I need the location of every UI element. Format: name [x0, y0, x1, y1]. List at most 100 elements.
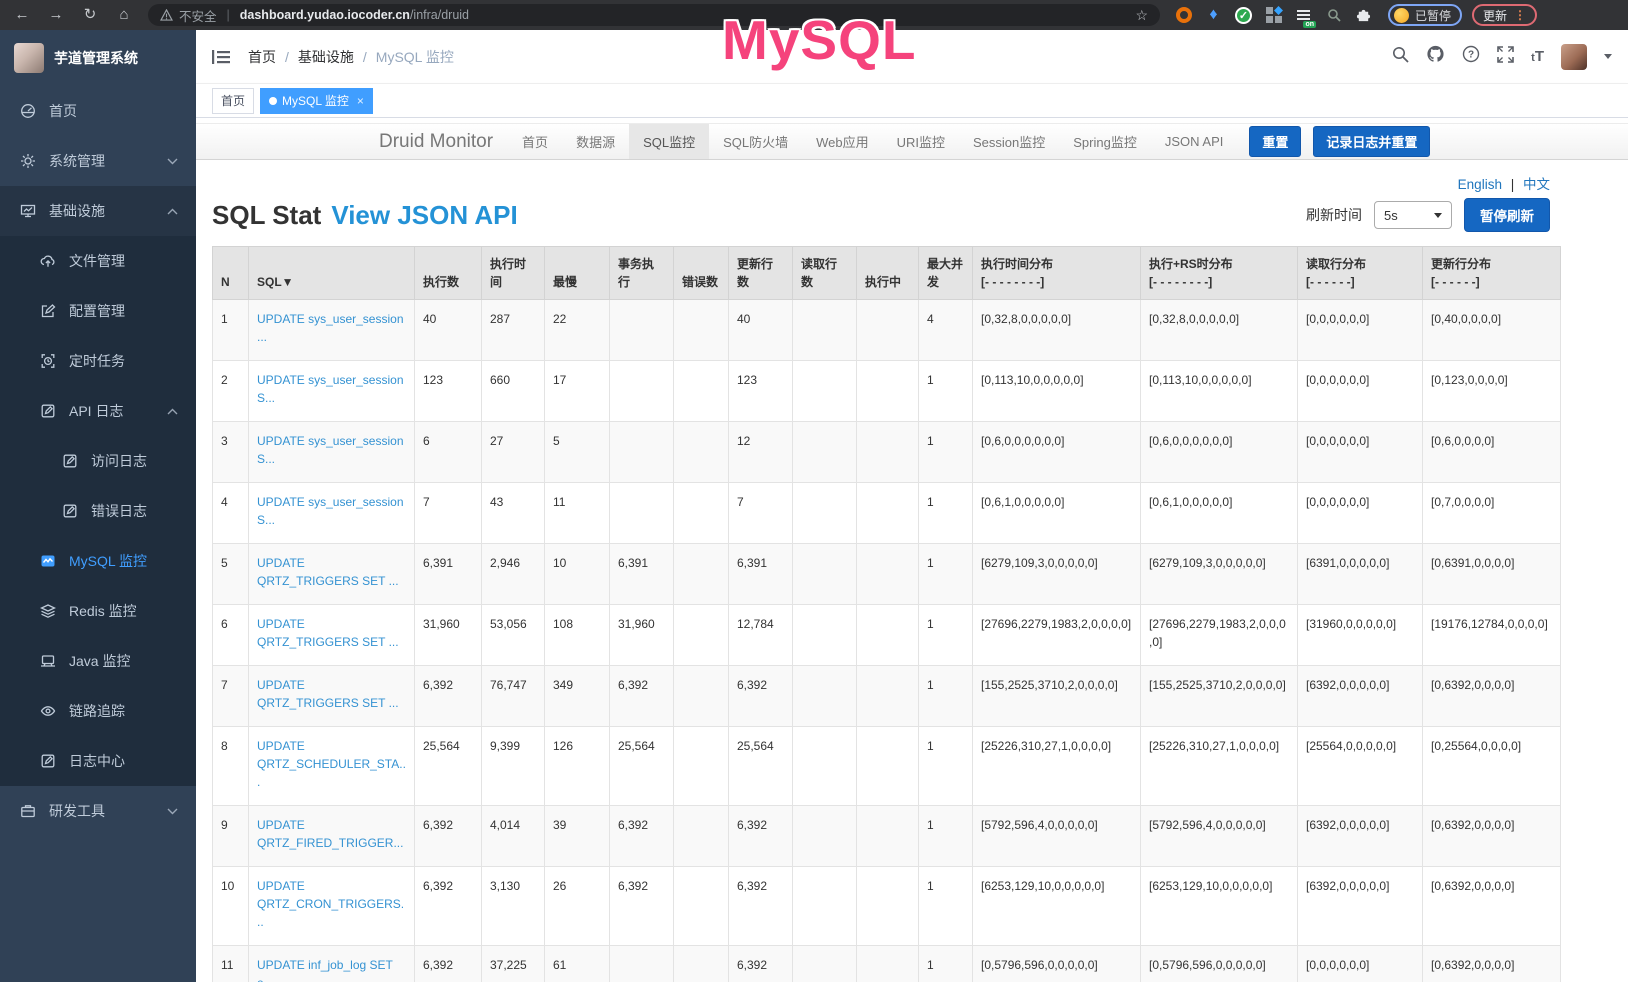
- sidebar-item-infrastructure[interactable]: 基础设施: [0, 186, 196, 236]
- browser-menu-icon[interactable]: ⋮: [1514, 8, 1526, 22]
- extension-blocks-icon[interactable]: [1265, 7, 1282, 24]
- sidebar-item-mysql-monitor[interactable]: MySQL 监控: [0, 536, 196, 586]
- column-header: 错误数: [674, 247, 729, 300]
- druid-nav-item[interactable]: 首页: [508, 124, 562, 159]
- druid-nav-item[interactable]: Session监控: [959, 124, 1059, 159]
- fullscreen-icon[interactable]: [1497, 46, 1514, 68]
- browser-update-button[interactable]: 更新 ⋮: [1472, 4, 1537, 26]
- refresh-interval-select[interactable]: 5s: [1374, 201, 1452, 229]
- sql-link[interactable]: UPDATE QRTZ_TRIGGERS SET ...: [257, 617, 399, 649]
- table-cell: [6253,129,10,0,0,0,0,0]: [973, 867, 1141, 946]
- lang-chinese-link[interactable]: 中文: [1523, 177, 1550, 192]
- help-icon[interactable]: ?: [1462, 45, 1480, 68]
- sidebar-item-tracing[interactable]: 链路追踪: [0, 686, 196, 736]
- druid-nav-item[interactable]: SQL监控: [629, 124, 709, 159]
- sql-link[interactable]: UPDATE sys_user_session S...: [257, 373, 404, 405]
- table-row: 1UPDATE sys_user_session ...4028722404[0…: [213, 300, 1561, 361]
- column-header[interactable]: SQL▼: [249, 247, 415, 300]
- url-bar[interactable]: 不安全 | dashboard.yudao.iocoder.cn /infra/…: [148, 4, 1160, 26]
- extension-magnifier-icon[interactable]: [1325, 7, 1342, 24]
- druid-nav-item[interactable]: SQL防火墙: [709, 124, 802, 159]
- search-icon[interactable]: [1392, 46, 1409, 68]
- table-cell: [674, 361, 729, 422]
- sidebar-item-redis-monitor[interactable]: Redis 监控: [0, 586, 196, 636]
- breadcrumb-item[interactable]: 基础设施: [298, 47, 354, 67]
- tag-close-icon[interactable]: ×: [357, 94, 364, 108]
- timer-icon: [40, 353, 57, 369]
- sql-cell: UPDATE sys_user_session S...: [249, 422, 415, 483]
- table-cell: 6,392: [610, 806, 674, 867]
- extension-check-icon[interactable]: ✓: [1235, 7, 1252, 24]
- sidebar-item-access-logs[interactable]: 访问日志: [0, 436, 196, 486]
- table-cell: [857, 483, 919, 544]
- sql-cell: UPDATE QRTZ_TRIGGERS SET ...: [249, 544, 415, 605]
- extensions-puzzle-icon[interactable]: [1355, 7, 1372, 24]
- sidebar-item-config-mgmt[interactable]: 配置管理: [0, 286, 196, 336]
- github-icon[interactable]: [1426, 45, 1445, 68]
- sql-link[interactable]: UPDATE QRTZ_TRIGGERS SET ...: [257, 556, 399, 588]
- sql-link[interactable]: UPDATE sys_user_session S...: [257, 495, 404, 527]
- lang-english-link[interactable]: English: [1458, 177, 1502, 192]
- breadcrumb: 首页/基础设施/MySQL 监控: [248, 47, 454, 67]
- druid-button[interactable]: 记录日志并重置: [1313, 126, 1430, 157]
- table-cell: [610, 483, 674, 544]
- back-icon[interactable]: ←: [12, 0, 32, 30]
- sql-cell: UPDATE sys_user_session S...: [249, 483, 415, 544]
- font-size-icon[interactable]: tT: [1531, 48, 1544, 65]
- sidebar-item-dev-tools[interactable]: 研发工具: [0, 786, 196, 836]
- update-label: 更新: [1483, 7, 1507, 24]
- druid-nav-item[interactable]: URI监控: [883, 124, 959, 159]
- sidebar-item-scheduled-tasks[interactable]: 定时任务: [0, 336, 196, 386]
- table-cell: 6,392: [729, 806, 793, 867]
- tag-MySQL 监控[interactable]: MySQL 监控×: [260, 88, 373, 114]
- hamburger-icon[interactable]: [212, 49, 230, 65]
- sql-link[interactable]: UPDATE QRTZ_FIRED_TRIGGER...: [257, 818, 403, 850]
- tag-首页[interactable]: 首页: [212, 88, 254, 114]
- sidebar-item-label: 首页: [49, 101, 77, 121]
- view-json-api-link[interactable]: View JSON API: [331, 200, 517, 231]
- sql-link[interactable]: UPDATE QRTZ_TRIGGERS SET ...: [257, 678, 399, 710]
- pause-refresh-button[interactable]: 暂停刷新: [1464, 198, 1550, 232]
- table-cell: 2: [213, 361, 249, 422]
- sql-cell: UPDATE QRTZ_TRIGGERS SET ...: [249, 605, 415, 666]
- table-cell: [0,0,0,0,0,0]: [1298, 422, 1423, 483]
- druid-button[interactable]: 重置: [1249, 126, 1301, 157]
- extension-gem-icon[interactable]: ♦: [1205, 7, 1222, 24]
- druid-nav-item[interactable]: Web应用: [802, 124, 883, 159]
- sidebar-item-log-center[interactable]: 日志中心: [0, 736, 196, 786]
- sidebar-item-system-mgmt[interactable]: 系统管理: [0, 136, 196, 186]
- sidebar-item-file-mgmt[interactable]: 文件管理: [0, 236, 196, 286]
- mysql-annotation: MySQL: [722, 8, 916, 72]
- sidebar-item-api-logs[interactable]: API 日志: [0, 386, 196, 436]
- column-header: 最大并发: [919, 247, 973, 300]
- browser-profile-button[interactable]: 已暂停: [1388, 4, 1462, 26]
- sidebar-item-error-logs[interactable]: 错误日志: [0, 486, 196, 536]
- breadcrumb-item[interactable]: 首页: [248, 47, 276, 67]
- home-icon[interactable]: ⌂: [114, 0, 134, 30]
- table-cell: 1: [919, 361, 973, 422]
- druid-nav-item[interactable]: Spring监控: [1059, 124, 1151, 159]
- table-cell: 25,564: [610, 727, 674, 806]
- bookmark-star-icon[interactable]: ☆: [1135, 7, 1148, 24]
- druid-nav-item[interactable]: JSON API: [1151, 124, 1238, 159]
- extension-list-icon[interactable]: on: [1295, 7, 1312, 24]
- extensions-area: ♦ ✓ on: [1176, 7, 1372, 24]
- sql-link[interactable]: UPDATE sys_user_session S...: [257, 434, 404, 466]
- forward-icon[interactable]: →: [46, 0, 66, 30]
- extension-orange-ring-icon[interactable]: [1176, 7, 1192, 23]
- sql-link[interactable]: UPDATE sys_user_session ...: [257, 312, 404, 344]
- caret-down-icon[interactable]: [1604, 54, 1612, 59]
- table-cell: [610, 300, 674, 361]
- sidebar-item-java-monitor[interactable]: Java 监控: [0, 636, 196, 686]
- table-cell: [0,113,10,0,0,0,0,0]: [1141, 361, 1298, 422]
- table-cell: [857, 666, 919, 727]
- table-cell: 6: [213, 605, 249, 666]
- user-avatar[interactable]: [1561, 44, 1587, 70]
- reload-icon[interactable]: ↻: [80, 0, 100, 30]
- sql-link[interactable]: UPDATE QRTZ_CRON_TRIGGERS...: [257, 879, 404, 929]
- druid-nav-item[interactable]: 数据源: [562, 124, 629, 159]
- sidebar-item-home[interactable]: 首页: [0, 86, 196, 136]
- sql-link[interactable]: UPDATE inf_job_log SET e...: [257, 958, 393, 982]
- sql-link[interactable]: UPDATE QRTZ_SCHEDULER_STA...: [257, 739, 406, 789]
- table-cell: 108: [545, 605, 610, 666]
